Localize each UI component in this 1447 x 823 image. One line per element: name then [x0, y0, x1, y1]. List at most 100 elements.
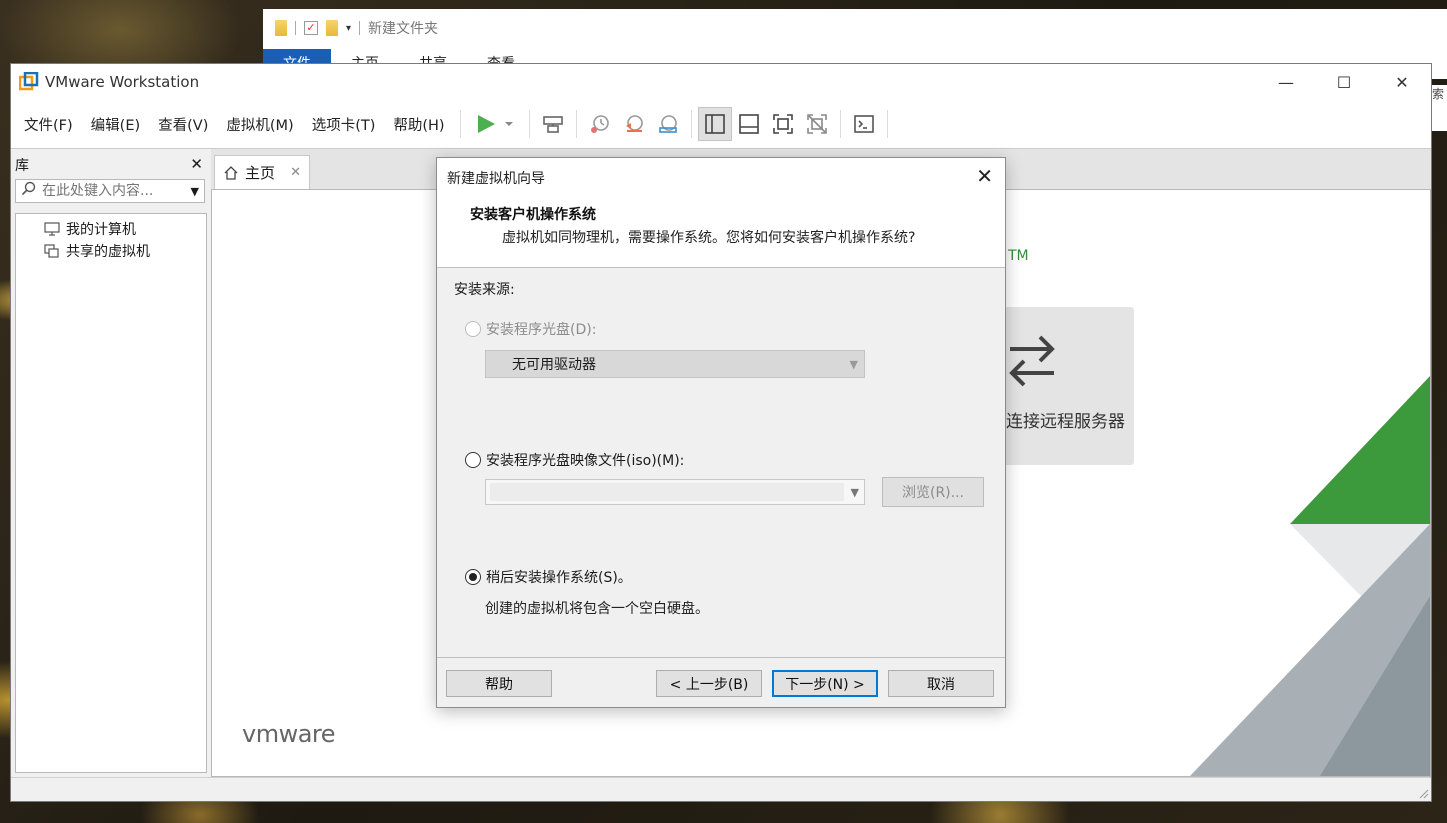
snapshot-manager-button[interactable]	[651, 107, 685, 141]
dialog-subheading: 虚拟机如同物理机，需要操作系统。您将如何安装客户机操作系统?	[502, 230, 916, 246]
new-folder-icon[interactable]	[326, 20, 338, 36]
tree-item-shared-vms[interactable]: 共享的虚拟机	[16, 240, 206, 262]
dropdown-icon[interactable]	[503, 118, 515, 130]
remote-server-label: 连接远程服务器	[1006, 412, 1125, 432]
snapshot-manager-icon	[658, 115, 677, 133]
library-title: 库	[15, 158, 29, 174]
radio-label: 稍后安装操作系统(S)。	[486, 570, 632, 586]
menu-vm[interactable]: 虚拟机(M)	[217, 114, 302, 135]
trademark-mark: TM	[1008, 248, 1029, 264]
divider	[359, 21, 361, 35]
library-close-icon[interactable]: ✕	[190, 155, 203, 173]
library-search-input[interactable]	[42, 183, 172, 199]
disc-drive-select: 无可用驱动器 ▼	[485, 350, 865, 378]
dialog-close-icon[interactable]: ✕	[976, 164, 993, 188]
tree-item-my-computer[interactable]: 我的计算机	[16, 218, 206, 240]
console-view-icon	[853, 115, 874, 133]
unity-button[interactable]	[800, 107, 834, 141]
library-view-icon	[704, 114, 725, 134]
vmware-brand-logo: vmware	[242, 720, 336, 748]
toolbar-separator	[575, 110, 577, 138]
thumbnail-view-button[interactable]	[732, 107, 766, 141]
explorer-search-fragment[interactable]: 索	[1431, 85, 1447, 131]
disc-drive-value: 无可用驱动器	[512, 357, 596, 373]
menu-tabs[interactable]: 选项卡(T)	[303, 114, 385, 135]
snapshot-revert-icon	[625, 115, 643, 132]
radio-label: 安装程序光盘(D):	[486, 322, 597, 338]
computer-icon	[44, 222, 60, 236]
library-view-button[interactable]	[697, 107, 732, 141]
unity-icon	[806, 114, 827, 134]
tab-close-icon[interactable]: ✕	[290, 165, 301, 180]
send-ctrl-alt-del-icon	[542, 116, 563, 133]
play-icon[interactable]	[475, 113, 497, 135]
status-bar	[11, 777, 1431, 801]
browse-button: 浏览(R)...	[882, 477, 984, 507]
radio-button[interactable]	[465, 321, 481, 337]
search-icon	[16, 181, 42, 201]
snapshot-take-icon	[590, 115, 609, 133]
next-button[interactable]: 下一步(N) >	[772, 670, 878, 697]
minimize-button[interactable]: —	[1257, 64, 1315, 100]
toolbar-separator	[839, 110, 841, 138]
iso-path-input: ▼	[485, 479, 865, 505]
divider	[295, 21, 296, 35]
snapshot-revert-button[interactable]	[617, 107, 651, 141]
toolbar-separator	[886, 110, 888, 138]
snapshot-take-button[interactable]	[583, 107, 617, 141]
menu-edit[interactable]: 编辑(E)	[82, 114, 149, 135]
menubar: 文件(F) 编辑(E) 查看(V) 虚拟机(M) 选项卡(T) 帮助(H)	[11, 104, 1431, 144]
tab-home[interactable]: 主页 ✕	[214, 155, 310, 189]
home-icon	[224, 165, 238, 180]
back-button[interactable]: < 上一步(B)	[656, 670, 762, 697]
library-panel: 库 ✕ ▼ 我的计算机 共享的虚拟机	[11, 149, 209, 779]
library-tree: 我的计算机 共享的虚拟机	[15, 213, 207, 773]
iso-path-value	[490, 483, 844, 501]
chevron-down-icon: ▼	[850, 485, 859, 499]
radio-install-disc[interactable]: 安装程序光盘(D):	[465, 319, 596, 339]
radio-install-later[interactable]: 稍后安装操作系统(S)。	[465, 567, 632, 587]
resize-grip-icon[interactable]	[1417, 787, 1429, 799]
folder-icon	[275, 20, 287, 36]
fullscreen-button[interactable]	[766, 107, 800, 141]
titlebar: VMware Workstation — ☐ ✕	[11, 64, 1431, 100]
radio-label: 安装程序光盘映像文件(iso)(M):	[486, 453, 685, 469]
explorer-title: 新建文件夹	[368, 21, 439, 37]
chevron-down-icon: ▼	[849, 357, 858, 371]
radio-button-selected[interactable]	[465, 569, 481, 585]
library-header: 库 ✕	[13, 155, 207, 175]
app-title: VMware Workstation	[45, 73, 200, 91]
menu-help[interactable]: 帮助(H)	[384, 114, 453, 135]
tree-item-label: 我的计算机	[66, 222, 136, 238]
library-search[interactable]: ▼	[15, 179, 205, 203]
toolbar-separator	[690, 110, 692, 138]
toolbar-separator	[528, 110, 530, 138]
help-button[interactable]: 帮助	[446, 670, 552, 697]
decorative-triangles	[1190, 376, 1430, 776]
menu-file[interactable]: 文件(F)	[11, 114, 82, 135]
dialog-footer: 帮助 < 上一步(B) 下一步(N) > 取消	[437, 657, 1005, 707]
radio-install-iso[interactable]: 安装程序光盘映像文件(iso)(M):	[465, 450, 684, 470]
explorer-titlebar: ✓ ▾ 新建文件夹	[263, 9, 1447, 47]
new-vm-wizard-dialog: 新建虚拟机向导 ✕ 安装客户机操作系统 虚拟机如同物理机，需要操作系统。您将如何…	[436, 157, 1006, 708]
properties-icon[interactable]: ✓	[304, 21, 318, 35]
tab-home-label: 主页	[245, 164, 276, 182]
radio-button[interactable]	[465, 452, 481, 468]
chevron-down-icon[interactable]: ▾	[346, 23, 351, 34]
dialog-heading: 安装客户机操作系统	[470, 207, 596, 223]
thumbnail-view-icon	[738, 114, 759, 134]
shared-vm-icon	[44, 244, 59, 258]
install-later-note: 创建的虚拟机将包含一个空白硬盘。	[485, 601, 709, 617]
menu-view[interactable]: 查看(V)	[149, 114, 217, 135]
install-source-label: 安装来源:	[454, 282, 515, 298]
dialog-title: 新建虚拟机向导	[447, 171, 545, 187]
fullscreen-icon	[772, 114, 793, 134]
swap-arrows-icon	[1009, 335, 1055, 387]
close-button[interactable]: ✕	[1373, 64, 1431, 100]
send-ctrl-alt-del-button[interactable]	[536, 107, 570, 141]
tree-item-label: 共享的虚拟机	[66, 244, 150, 260]
cancel-button[interactable]: 取消	[888, 670, 994, 697]
search-dropdown-icon[interactable]: ▼	[191, 185, 199, 198]
maximize-button[interactable]: ☐	[1315, 64, 1373, 100]
console-view-button[interactable]	[847, 107, 881, 141]
